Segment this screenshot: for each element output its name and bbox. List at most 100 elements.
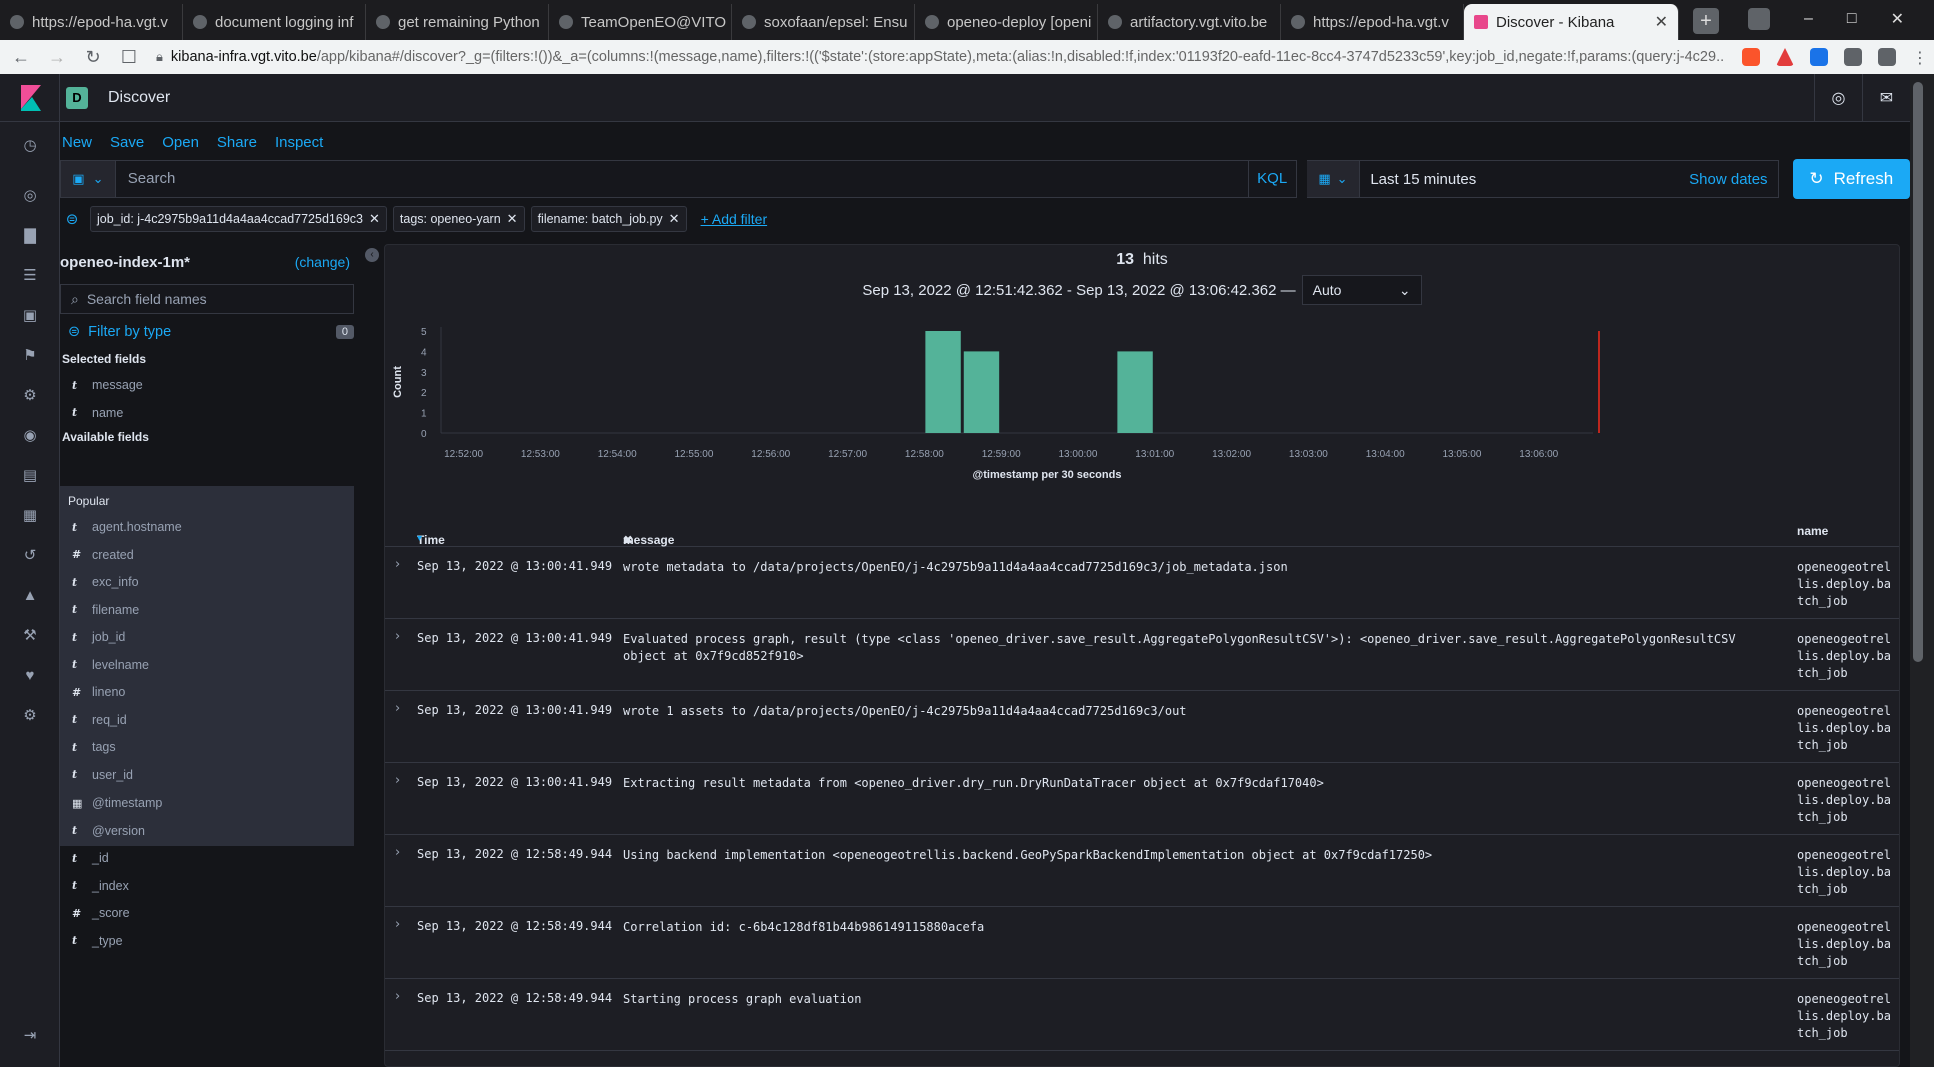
expand-row-icon[interactable]: › bbox=[395, 845, 400, 860]
filter-pill[interactable]: tags: openeo-yarn ✕ bbox=[392, 206, 525, 232]
new-link[interactable]: New bbox=[62, 134, 92, 151]
field-item[interactable]: t req_id bbox=[72, 713, 127, 727]
field-item[interactable]: t message bbox=[72, 378, 143, 392]
siem-icon[interactable]: ▲ bbox=[20, 586, 40, 606]
field-item[interactable]: t name bbox=[72, 406, 123, 420]
mail-icon[interactable]: ✉ bbox=[1862, 73, 1910, 122]
expand-row-icon[interactable]: › bbox=[395, 989, 400, 1004]
menu-icon[interactable]: ⋮ bbox=[1912, 48, 1928, 67]
page-scrollbar-thumb[interactable] bbox=[1913, 82, 1923, 662]
dashboard-icon[interactable]: ☰ bbox=[20, 266, 40, 286]
field-item[interactable]: t tags bbox=[72, 740, 116, 754]
sort-down-icon[interactable]: ▾ bbox=[417, 533, 422, 544]
add-filter-link[interactable]: + Add filter bbox=[701, 211, 768, 227]
field-item[interactable]: # created bbox=[72, 548, 134, 562]
browser-tab-active[interactable]: Discover - Kibana ✕ bbox=[1464, 4, 1679, 40]
field-item[interactable]: # lineno bbox=[72, 685, 125, 699]
kql-toggle[interactable]: KQL bbox=[1248, 160, 1297, 198]
tab-search-icon[interactable] bbox=[1748, 8, 1771, 30]
time-range-picker[interactable]: Last 15 minutes Show dates bbox=[1360, 160, 1779, 198]
back-icon[interactable]: ← bbox=[12, 47, 30, 68]
collapse-nav-icon[interactable]: ⇥ bbox=[20, 1026, 40, 1046]
field-item[interactable]: t agent.hostname bbox=[72, 520, 182, 534]
table-row[interactable]: › Sep 13, 2022 @ 13:00:41.949 wrote metada… bbox=[385, 547, 1899, 619]
field-item[interactable]: t user_id bbox=[72, 768, 133, 782]
logs-icon[interactable]: ▤ bbox=[20, 466, 40, 486]
table-row[interactable]: › Sep 13, 2022 @ 13:00:41.949 wrote 1 asse… bbox=[385, 691, 1899, 763]
recent-icon[interactable]: ◷ bbox=[20, 136, 40, 156]
expand-row-icon[interactable]: › bbox=[395, 629, 400, 644]
expand-row-icon[interactable]: › bbox=[395, 773, 400, 788]
field-item[interactable]: t exc_info bbox=[72, 575, 139, 589]
browser-tab[interactable]: https://epod-ha.vgt.v bbox=[1281, 4, 1464, 40]
field-item[interactable]: ▦ @timestamp bbox=[72, 796, 162, 810]
remove-filter-icon[interactable]: ✕ bbox=[507, 211, 518, 227]
minimize-icon[interactable]: – bbox=[1804, 10, 1813, 28]
extension-badge-icon[interactable] bbox=[1810, 48, 1828, 66]
browser-tab[interactable]: TeamOpenEO@VITO bbox=[549, 4, 732, 40]
uptime-icon[interactable]: ↺ bbox=[20, 546, 40, 566]
apm-icon[interactable]: ▦ bbox=[20, 506, 40, 526]
interval-select[interactable]: Auto ⌄ bbox=[1301, 275, 1422, 305]
browser-tab[interactable]: https://epod-ha.vgt.v bbox=[0, 4, 183, 40]
bookmark-icon[interactable]: ☐ bbox=[120, 47, 138, 68]
browser-tab[interactable]: openeo-deploy [openi bbox=[915, 4, 1098, 40]
field-item[interactable]: # _score bbox=[72, 906, 130, 920]
field-item[interactable]: t _id bbox=[72, 851, 109, 865]
new-tab-icon[interactable]: + bbox=[1693, 8, 1719, 34]
open-link[interactable]: Open bbox=[162, 134, 199, 151]
ml-icon[interactable]: ⚙ bbox=[20, 386, 40, 406]
table-row[interactable]: › Sep 13, 2022 @ 12:58:49.944 Starting pro… bbox=[385, 979, 1899, 1051]
brave-icon[interactable] bbox=[1742, 48, 1760, 66]
field-item[interactable]: t job_id bbox=[72, 630, 125, 644]
field-search-input[interactable]: ⌕ Search field names bbox=[60, 284, 354, 314]
table-row[interactable]: › Sep 13, 2022 @ 13:00:41.949 Extracting r… bbox=[385, 763, 1899, 835]
inspect-link[interactable]: Inspect bbox=[275, 134, 323, 151]
search-input[interactable]: Search bbox=[115, 160, 1249, 198]
refresh-button[interactable]: ↻ Refresh bbox=[1792, 159, 1911, 199]
share-link[interactable]: Share bbox=[217, 134, 257, 151]
field-item[interactable]: t _type bbox=[72, 934, 123, 948]
browser-tab[interactable]: get remaining Python bbox=[366, 4, 549, 40]
expand-row-icon[interactable]: › bbox=[395, 557, 400, 572]
help-icon[interactable]: ◎ bbox=[1814, 73, 1862, 122]
remove-filter-icon[interactable]: ✕ bbox=[369, 211, 380, 227]
show-dates-link[interactable]: Show dates bbox=[1689, 171, 1767, 188]
filter-pill[interactable]: filename: batch_job.py ✕ bbox=[530, 206, 687, 232]
close-window-icon[interactable]: ✕ bbox=[1891, 9, 1904, 29]
change-index-link[interactable]: (change) bbox=[295, 254, 350, 271]
canvas-icon[interactable]: ▣ bbox=[20, 306, 40, 326]
saved-query-button[interactable]: ▣ ⌄ bbox=[60, 160, 116, 198]
browser-tab[interactable]: document logging inf bbox=[183, 4, 366, 40]
browser-tab[interactable]: artifactory.vgt.vito.be bbox=[1098, 4, 1281, 40]
maximize-icon[interactable]: □ bbox=[1847, 10, 1857, 28]
field-item[interactable]: t levelname bbox=[72, 658, 149, 672]
kibana-logo[interactable] bbox=[0, 73, 60, 122]
puzzle-icon[interactable] bbox=[1844, 48, 1862, 66]
wallet-icon[interactable] bbox=[1878, 48, 1896, 66]
devtools-icon[interactable]: ⚒ bbox=[20, 626, 40, 646]
url-field[interactable]: 🔒︎ kibana-infra.vgt.vito.be/app/kibana#/… bbox=[156, 49, 1724, 65]
expand-row-icon[interactable]: › bbox=[395, 917, 400, 932]
quick-select-button[interactable]: ▦ ⌄ bbox=[1306, 160, 1361, 198]
expand-row-icon[interactable]: › bbox=[395, 701, 400, 716]
remove-filter-icon[interactable]: ✕ bbox=[669, 211, 680, 227]
move-column-icon[interactable]: » bbox=[623, 533, 630, 547]
table-row[interactable]: › Sep 13, 2022 @ 13:00:41.949 Evaluated pr… bbox=[385, 619, 1899, 691]
forward-icon[interactable]: → bbox=[48, 47, 66, 68]
reload-icon[interactable]: ↻ bbox=[84, 47, 102, 68]
table-row[interactable]: › Sep 13, 2022 @ 12:58:49.944 Using backen… bbox=[385, 835, 1899, 907]
rewards-icon[interactable] bbox=[1776, 48, 1794, 66]
field-item[interactable]: t filename bbox=[72, 603, 139, 617]
collapse-sidebar-icon[interactable]: ‹ bbox=[365, 248, 379, 262]
infrastructure-icon[interactable]: ◉ bbox=[20, 426, 40, 446]
maps-icon[interactable]: ⚑ bbox=[20, 346, 40, 366]
filter-options-icon[interactable]: ⊜ bbox=[60, 210, 84, 228]
visualize-icon[interactable]: ▇ bbox=[20, 226, 40, 246]
filter-pill[interactable]: job_id: j-4c2975b9a11d4a4aa4ccad7725d169… bbox=[90, 206, 387, 232]
close-tab-icon[interactable]: ✕ bbox=[1655, 12, 1668, 32]
name-column-header[interactable]: name bbox=[1797, 524, 1828, 538]
table-row[interactable]: › Sep 13, 2022 @ 12:58:49.944 Correlation … bbox=[385, 907, 1899, 979]
management-icon[interactable]: ⚙ bbox=[20, 706, 40, 726]
browser-tab[interactable]: soxofaan/epsel: Ensu bbox=[732, 4, 915, 40]
